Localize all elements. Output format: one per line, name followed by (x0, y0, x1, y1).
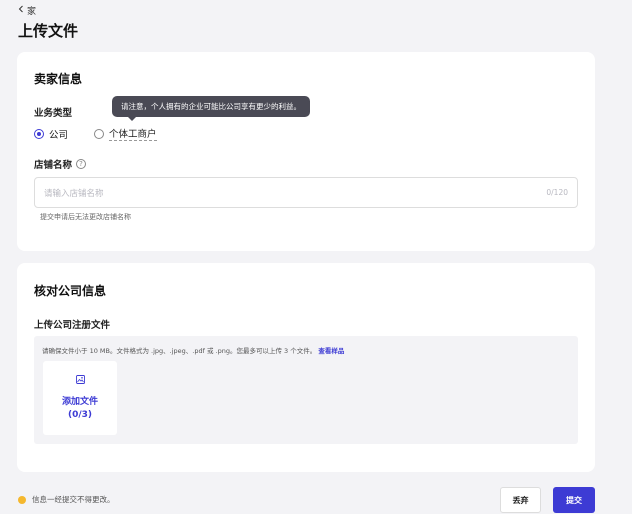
upload-label: 上传公司注册文件 (34, 320, 111, 331)
footer-note: 信息一经提交不得更改。 (18, 494, 115, 505)
page-title: 上传文件 (18, 22, 79, 40)
radio-company[interactable]: 公司 (34, 127, 68, 141)
store-name-label: 店铺名称 (34, 160, 73, 171)
business-type-radio-group: 公司 个体工商户 (34, 126, 157, 141)
seller-info-card: 卖家信息 业务类型 请注意，个人拥有的企业可能比公司享有更少的利益。 公司 个体… (17, 52, 595, 251)
add-file-label: 添加文件 (61, 396, 98, 407)
seller-info-title: 卖家信息 (34, 72, 83, 86)
store-name-hint: 提交申请后无法更改店铺名称 (40, 213, 131, 221)
chevron-left-icon (18, 5, 24, 16)
radio-unchecked-icon (94, 128, 105, 139)
company-info-title: 核对公司信息 (34, 284, 107, 298)
radio-individual[interactable]: 个体工商户 (94, 126, 157, 141)
add-file-button[interactable]: 添加文件 (0/3) (43, 361, 117, 435)
radio-company-label: 公司 (49, 129, 69, 141)
radio-checked-icon (34, 128, 44, 139)
image-icon (75, 374, 85, 389)
business-type-tooltip: 请注意，个人拥有的企业可能比公司享有更少的利益。 (112, 96, 310, 121)
add-file-count: (0/3) (67, 409, 93, 420)
store-name-placeholder: 请输入店铺名称 (44, 188, 104, 199)
discard-button[interactable]: 丢弃 (500, 487, 541, 513)
warning-dot-icon (18, 495, 26, 504)
store-name-label-row: 店铺名称 ? (34, 157, 87, 171)
business-type-label: 业务类型 (34, 108, 73, 119)
submit-button[interactable]: 提交 (553, 487, 595, 513)
upload-note-text: 请确保文件小于 10 MB。文件格式为 .jpg、.jpeg、.pdf 或 .p… (42, 347, 317, 355)
footer-note-text: 信息一经提交不得更改。 (32, 495, 115, 504)
store-name-char-counter: 0/120 (546, 188, 568, 197)
back-link[interactable]: 家 (18, 4, 36, 17)
company-info-card: 核对公司信息 上传公司注册文件 请确保文件小于 10 MB。文件格式为 .jpg… (17, 263, 595, 472)
upload-area: 请确保文件小于 10 MB。文件格式为 .jpg、.jpeg、.pdf 或 .p… (34, 336, 578, 444)
view-sample-link[interactable]: 查看样品 (318, 347, 344, 355)
back-link-label: 家 (27, 7, 37, 17)
question-circle-icon[interactable]: ? (76, 159, 87, 169)
radio-individual-label: 个体工商户 (109, 126, 157, 141)
upload-note: 请确保文件小于 10 MB。文件格式为 .jpg、.jpeg、.pdf 或 .p… (42, 345, 344, 355)
store-name-input[interactable]: 请输入店铺名称 0/120 (34, 177, 578, 208)
